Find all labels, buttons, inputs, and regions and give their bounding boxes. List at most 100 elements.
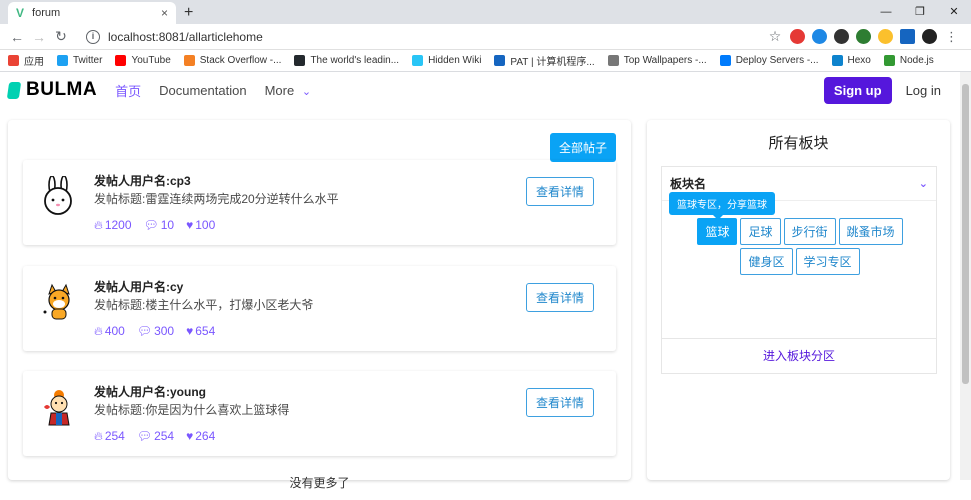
pat-icon <box>494 55 506 66</box>
boards-title: 所有板块 <box>768 135 829 152</box>
navbar: BULMA 首页 Documentation More ⌄ Sign up Lo… <box>0 72 971 108</box>
all-posts-button[interactable]: 全部帖子 <box>549 133 616 162</box>
bookmark-label: Hidden Wiki <box>428 55 482 66</box>
board-tag[interactable]: 步行街 <box>783 218 836 245</box>
extension-icon[interactable] <box>812 29 827 44</box>
menu-icon[interactable]: ⋮ <box>944 29 959 44</box>
boards-card: 所有板块 板块名 ⌄ 篮球专区，分享篮球 篮球 足球 步行街 跳蚤市场 健身区 学习专区 … <box>647 120 950 480</box>
hot-count: 🔥︎ 400 <box>94 324 125 339</box>
back-icon[interactable]: ← <box>6 29 28 45</box>
board-panel: 板块名 ⌄ 篮球专区，分享篮球 篮球 足球 步行街 跳蚤市场 健身区 学习专区 <box>661 166 937 339</box>
extensions-bar: ☆ ⋮ <box>767 29 959 44</box>
chevron-down-icon: ⌄ <box>301 85 312 98</box>
extension-icon[interactable] <box>878 29 893 44</box>
post-author: 发帖人用户名:young <box>94 385 206 399</box>
extension-icon[interactable] <box>834 29 849 44</box>
info-icon[interactable]: i <box>86 29 100 44</box>
bookmark-item[interactable]: 应用 <box>8 53 44 68</box>
bookmark-label: YouTube <box>131 55 171 66</box>
bookmark-star-icon[interactable]: ☆ <box>767 29 783 44</box>
url-field[interactable]: i localhost:8081/allarticlehome <box>78 26 767 48</box>
board-tag[interactable]: 健身区 <box>740 248 793 275</box>
comment-icon: 💬︎ <box>143 218 159 232</box>
nav-home[interactable]: 首页 <box>115 81 141 100</box>
bookmark-item[interactable]: PAT | 计算机程序... <box>494 53 595 68</box>
nodejs-icon <box>883 55 895 66</box>
user-avatar <box>39 387 79 427</box>
comment-count: 💬︎ 10 <box>144 218 175 233</box>
address-bar: ← → ↻ i localhost:8081/allarticlehome ☆ … <box>0 24 971 50</box>
comment-value: 300 <box>154 324 175 338</box>
tab-title: forum <box>32 7 61 19</box>
bookmark-item[interactable]: YouTube <box>115 55 171 66</box>
minimize-button[interactable]: — <box>869 0 903 24</box>
user-avatar <box>39 175 79 216</box>
view-detail-button[interactable]: 查看详情 <box>525 283 594 312</box>
bulma-logo[interactable]: BULMA <box>6 79 97 101</box>
comment-count: 💬︎ 254 <box>137 429 174 444</box>
board-tag[interactable]: 跳蚤市场 <box>838 218 903 245</box>
bookmark-label: Node.js <box>899 55 934 66</box>
extension-icon[interactable] <box>790 29 805 44</box>
comment-icon: 💬︎ <box>136 429 153 443</box>
like-count: ♥ 654 <box>186 324 215 339</box>
comment-icon: 💬︎ <box>136 324 153 338</box>
post-title: 发帖标题:雷霆连续两场完成20分逆转什么水平 <box>94 192 339 206</box>
deploy-icon <box>719 55 731 66</box>
vue-icon: V <box>16 6 25 20</box>
hot-value: 400 <box>104 324 125 338</box>
twitter-icon <box>57 55 68 66</box>
bookmark-item[interactable]: The world's leadin... <box>294 55 399 66</box>
bulma-logo-icon <box>6 81 22 99</box>
signup-button[interactable]: Sign up <box>823 76 892 104</box>
bookmark-item[interactable]: Twitter <box>57 55 102 66</box>
view-detail-button[interactable]: 查看详情 <box>525 177 594 206</box>
bookmark-label: Hexo <box>847 55 871 66</box>
profile-avatar[interactable] <box>922 29 937 44</box>
posts-card: 全部帖子 发帖人用户名:cp3 发帖标题:雷霆连续两场完成20分逆转什么水平 🔥︎ 1… <box>8 120 631 490</box>
new-tab-button[interactable]: + <box>184 2 193 24</box>
post-title: 发帖标题:你是因为什么喜欢上篮球得 <box>94 403 290 417</box>
nav-documentation[interactable]: Documentation <box>159 83 246 98</box>
extension-icon[interactable] <box>856 29 871 44</box>
board-tag[interactable]: 篮球 <box>697 218 738 245</box>
like-value: 100 <box>195 218 216 232</box>
extension-icon[interactable] <box>900 29 915 44</box>
chevron-down-icon: ⌄ <box>918 178 928 190</box>
hot-value: 1200 <box>104 218 132 232</box>
bookmark-item[interactable]: Hexo <box>831 55 871 66</box>
hot-value: 254 <box>104 429 125 443</box>
reload-icon[interactable]: ↻ <box>50 28 72 45</box>
hot-count: 🔥︎ 1200 <box>94 218 132 233</box>
bookmark-item[interactable]: Deploy Servers -... <box>719 55 819 66</box>
bookmark-item[interactable]: Stack Overflow -... <box>183 55 281 66</box>
page-scrollbar[interactable] <box>960 72 971 480</box>
maximize-button[interactable]: ❐ <box>903 0 937 24</box>
bookmark-label: Deploy Servers -... <box>735 55 819 66</box>
tab-close-icon[interactable]: × <box>161 6 168 20</box>
view-detail-button[interactable]: 查看详情 <box>525 388 594 417</box>
close-window-button[interactable]: ✕ <box>937 0 971 24</box>
enter-board-link[interactable]: 进入板块分区 <box>661 339 937 374</box>
hot-count: 🔥︎ 254 <box>94 429 125 444</box>
board-tags: 篮球 足球 步行街 跳蚤市场健身区 学习专区 <box>662 218 938 275</box>
post-stats: 🔥︎ 254 💬︎ 254 ♥ 264 <box>94 429 215 444</box>
navbar-end: Sign up Log in <box>823 76 963 104</box>
login-button[interactable]: Log in <box>906 83 941 98</box>
board-tag[interactable]: 学习专区 <box>795 248 860 275</box>
forward-icon[interactable]: → <box>28 29 50 45</box>
fire-icon: 🔥︎ <box>94 429 103 443</box>
hexo-icon <box>831 55 843 66</box>
url-text: localhost:8081/allarticlehome <box>108 29 263 44</box>
nav-more[interactable]: More ⌄ <box>265 83 311 98</box>
nav-more-label: More <box>264 82 295 98</box>
bookmark-label: The world's leadin... <box>310 55 400 66</box>
bookmark-item[interactable]: Node.js <box>883 55 934 66</box>
post-stats: 🔥︎ 400 💬︎ 300 ♥ 654 <box>94 324 215 339</box>
scrollbar-thumb[interactable] <box>962 84 969 384</box>
bookmark-item[interactable]: Hidden Wiki <box>412 55 481 66</box>
browser-tab[interactable]: V forum × <box>8 2 176 24</box>
fire-icon: 🔥︎ <box>94 324 103 338</box>
bookmark-item[interactable]: Top Wallpapers -... <box>607 55 707 66</box>
board-tag[interactable]: 足球 <box>740 218 781 245</box>
